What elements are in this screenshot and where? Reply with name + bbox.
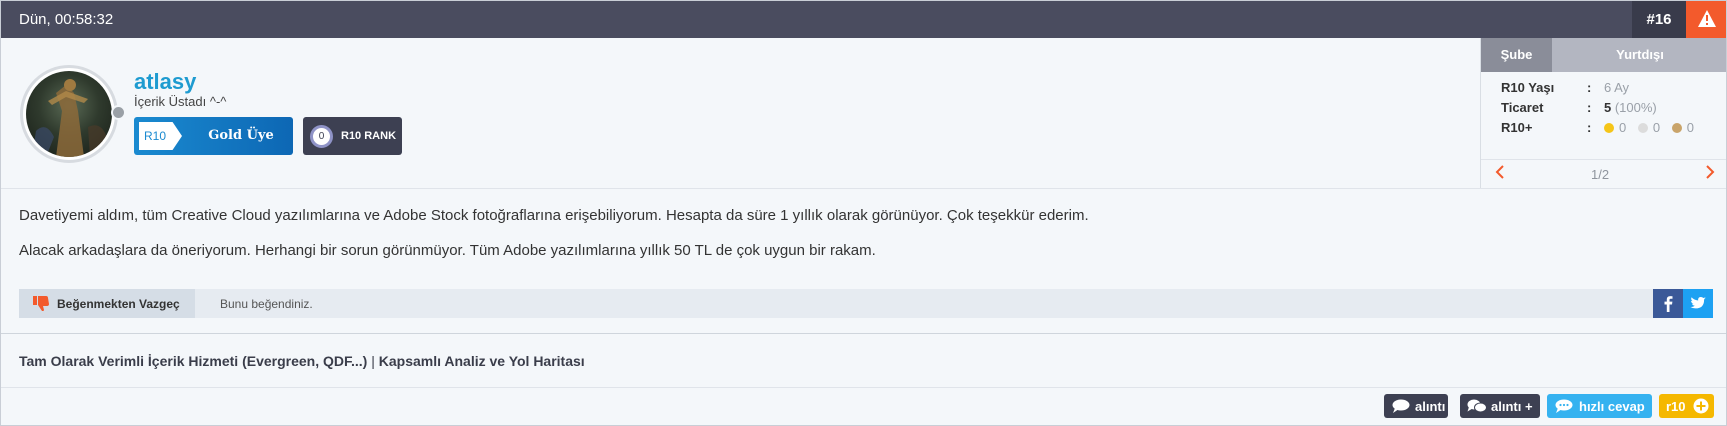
post-paragraph: Alacak arkadaşlara da öneriyorum. Herhan… [19, 242, 876, 259]
like-bar: Beğenmekten Vazgeç Bunu beğendiniz. [19, 289, 1713, 318]
tab-sube[interactable]: Şube [1481, 38, 1552, 72]
bronze-dot-icon [1671, 123, 1682, 133]
post-number[interactable]: #16 [1632, 1, 1686, 38]
gold-member-label: Gold Üye [208, 128, 274, 143]
info-row-r10plus: R10+ : 0 0 0 [1501, 120, 1721, 140]
quote-label: alıntı [1415, 399, 1446, 414]
info-value[interactable]: 5 (100%) [1604, 100, 1657, 115]
user-title: İçerik Üstadı ^-^ [134, 94, 227, 109]
post-header: Dün, 00:58:32 #16 [1, 1, 1726, 38]
facebook-share-button[interactable] [1653, 289, 1683, 318]
divider [1, 387, 1726, 388]
silver-count: 0 [1652, 120, 1661, 135]
chevron-left-icon[interactable] [1495, 165, 1505, 184]
rank-label: R10 RANK [341, 130, 397, 142]
forum-post: Dün, 00:58:32 #16 atlasy İçerik Üstadı ^… [0, 0, 1727, 426]
avatar-image [26, 71, 112, 157]
facebook-icon [1664, 296, 1673, 312]
user-info-panel: Şube Yurtdışı R10 Yaşı : 6 Ay Ticaret : … [1480, 38, 1726, 188]
info-value: 6 Ay [1604, 80, 1630, 95]
quick-reply-button[interactable]: hızlı cevap [1547, 394, 1652, 418]
thumbs-down-icon [33, 296, 49, 311]
trade-percent: (100%) [1611, 100, 1657, 115]
r10-label: r10 [1666, 399, 1686, 414]
divider [1, 333, 1726, 334]
info-value: 0 0 0 [1604, 120, 1694, 135]
signature-separator: | [367, 353, 379, 369]
post-date: Dün, 00:58:32 [19, 11, 114, 28]
quote-plus-label: alıntı + [1491, 399, 1533, 414]
tab-yurtdisi[interactable]: Yurtdışı [1552, 38, 1726, 72]
status-indicator [111, 105, 126, 120]
info-key: R10 Yaşı [1501, 80, 1555, 95]
bronze-count: 0 [1686, 120, 1694, 135]
plus-circle-icon [1693, 398, 1709, 414]
liked-status: Bunu beğendiniz. [220, 297, 313, 311]
post-paragraph: Davetiyemi aldım, tüm Creative Cloud yaz… [19, 207, 1089, 224]
twitter-icon [1690, 297, 1706, 309]
signature-link-1[interactable]: Tam Olarak Verimli İçerik Hizmeti (Everg… [19, 353, 367, 369]
username-link[interactable]: atlasy [134, 69, 196, 95]
signature-link-2[interactable]: Kapsamlı Analiz ve Yol Haritası [379, 353, 585, 369]
pager-divider [1481, 159, 1726, 160]
info-sep: : [1587, 100, 1592, 115]
chevron-right-icon[interactable] [1705, 165, 1715, 184]
info-sep: : [1587, 80, 1592, 95]
twitter-share-button[interactable] [1683, 289, 1713, 318]
rank-value: 0 [310, 125, 333, 148]
pager-indicator: 1/2 [1591, 167, 1610, 182]
quote-button[interactable]: alıntı [1384, 394, 1448, 418]
info-key: R10+ [1501, 120, 1533, 135]
signature: Tam Olarak Verimli İçerik Hizmeti (Everg… [19, 353, 585, 369]
unlike-button[interactable]: Beğenmekten Vazgeç [19, 289, 195, 318]
info-row-trade: Ticaret : 5 (100%) [1501, 100, 1721, 120]
silver-dot-icon [1637, 123, 1648, 133]
r10-plus-button[interactable]: r10 [1659, 394, 1714, 418]
rank-badge: 0 R10 RANK [303, 117, 402, 155]
warning-icon [1698, 10, 1716, 27]
chat-bubble-icon [1555, 399, 1573, 413]
gold-dot-icon [1604, 123, 1614, 133]
info-key: Ticaret [1501, 100, 1544, 115]
quick-reply-label: hızlı cevap [1579, 399, 1645, 414]
info-sep: : [1587, 120, 1592, 135]
speech-bubble-icon [1392, 399, 1410, 413]
speech-bubbles-icon [1467, 399, 1487, 413]
gold-member-badge: R10 Gold Üye [134, 117, 293, 155]
gold-count: 0 [1619, 120, 1627, 135]
r10-tag: R10 [139, 122, 182, 150]
quote-plus-button[interactable]: alıntı + [1460, 394, 1540, 418]
info-row-age: R10 Yaşı : 6 Ay [1501, 80, 1721, 100]
divider [1, 188, 1726, 189]
unlike-label: Beğenmekten Vazgeç [57, 297, 180, 311]
report-button[interactable] [1686, 1, 1726, 38]
avatar[interactable] [20, 65, 118, 163]
